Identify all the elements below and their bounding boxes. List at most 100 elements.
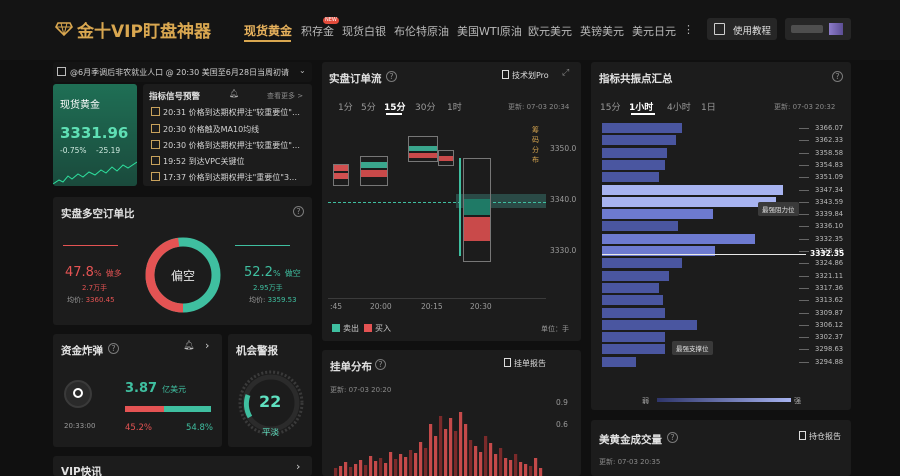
tab-1hour[interactable]: 1时 [447, 100, 462, 113]
pending-bar [399, 454, 403, 476]
resonance-bar[interactable] [602, 270, 670, 281]
help-icon[interactable]: ? [108, 343, 119, 354]
resonance-bar[interactable] [602, 258, 682, 269]
help-icon[interactable]: ? [386, 71, 397, 82]
resonance-bar[interactable] [602, 344, 665, 355]
chevron-right-icon[interactable]: › [296, 460, 300, 473]
resonance-bar[interactable] [602, 135, 676, 146]
resonance-bar[interactable] [602, 295, 663, 306]
signal-item[interactable]: 19:52 到达VPC关键位 [151, 156, 306, 167]
tab-30min[interactable]: 30分 [415, 100, 435, 113]
pending-bar [539, 468, 543, 476]
resonance-bar[interactable] [602, 233, 756, 244]
nav-eurusd[interactable]: 欧元美元 [528, 23, 572, 39]
legend-sell: 卖出 [332, 323, 359, 334]
short-connector [235, 245, 290, 246]
quote-card[interactable]: 现货黄金 3331.96 -0.75% -25.19 [53, 84, 137, 186]
help-icon[interactable]: ? [293, 206, 304, 217]
side-distribution[interactable]: 筹码分布 [532, 125, 542, 165]
level-tick [799, 140, 809, 142]
tab-4hour[interactable]: 4小时 [667, 100, 691, 113]
signals-more-link[interactable]: 查看更多 > [267, 91, 303, 101]
pending-histogram [334, 412, 543, 476]
nav-accumulation-gold[interactable]: 积存金 [301, 23, 334, 39]
level-tick [799, 238, 809, 240]
tutorial-button[interactable]: 使用教程 [707, 18, 777, 40]
pending-bar [479, 452, 483, 476]
x-tick: 20:30 [470, 302, 492, 311]
level-label: 3321.11 [815, 271, 844, 280]
pending-bar [369, 456, 373, 476]
resonance-bar[interactable] [602, 209, 714, 220]
help-icon[interactable]: ? [667, 432, 678, 443]
pending-bar [419, 442, 423, 476]
signal-item[interactable]: 20:31 价格到达期权押注"较重要位"… [151, 107, 306, 118]
nav-gbpusd[interactable]: 英镑美元 [580, 23, 624, 39]
ticker-bar[interactable]: @6月季调后非农就业人口 @ 20:30 美国至6月28日当周初请 ⌄ [53, 62, 312, 82]
pending-bar [519, 462, 523, 476]
nav-brent-oil[interactable]: 布伦特原油 [394, 23, 449, 39]
tab-15min[interactable]: 15分 [600, 100, 620, 113]
resonance-bar[interactable] [602, 196, 777, 207]
tab-15min[interactable]: 15分 [384, 100, 406, 113]
expand-icon[interactable]: ⤢ [562, 68, 569, 78]
footprint-candle [360, 156, 388, 186]
tab-1min[interactable]: 1分 [338, 100, 353, 113]
resonance-bar[interactable] [602, 282, 659, 293]
level-tick [799, 164, 809, 166]
user-avatar[interactable] [785, 18, 851, 40]
resonance-bar[interactable] [602, 332, 665, 343]
resonance-bar[interactable] [602, 221, 678, 232]
pending-bar [344, 462, 348, 476]
resonance-bar[interactable] [602, 184, 783, 195]
short-avg: 均价: 3359.53 [249, 296, 297, 304]
y-tick: 3340.0 [550, 195, 577, 204]
pending-bar [374, 461, 378, 476]
pending-bar [484, 436, 488, 476]
tab-1hour[interactable]: 1小时 [629, 100, 653, 113]
current-price-marker [602, 254, 806, 255]
signal-item[interactable]: 20:30 价格到达期权押注"较重要位"… [151, 140, 306, 151]
nav-spot-silver[interactable]: 现货白银 [342, 23, 386, 39]
signal-item[interactable]: 17:37 价格到达期权押注"重要位"3… [151, 172, 306, 183]
tech-pro-link[interactable]: 技术划Pro [502, 70, 549, 81]
tab-1day[interactable]: 1日 [701, 100, 716, 113]
help-icon[interactable]: ? [832, 71, 843, 82]
nav-usdjpy[interactable]: 美元日元 [632, 23, 676, 39]
help-icon[interactable]: ? [375, 359, 386, 370]
pending-bar [534, 458, 538, 476]
position-report-link[interactable]: 持仓报告 [799, 431, 841, 442]
nav-wti-oil[interactable]: 美国WTI原油 [457, 23, 522, 39]
resonance-bar[interactable] [602, 172, 659, 183]
level-tick [799, 337, 809, 339]
level-tick [799, 226, 809, 228]
pending-bar [474, 446, 478, 476]
resonance-bar[interactable] [602, 356, 636, 367]
level-tick [799, 177, 809, 179]
resonance-bar[interactable] [602, 159, 665, 170]
volume-title: 美黄金成交量 [599, 434, 662, 446]
chevron-down-icon[interactable]: ⌄ [299, 66, 306, 75]
bell-icon[interactable]: 🔔︎ [183, 341, 194, 351]
tab-5min[interactable]: 5分 [361, 100, 376, 113]
resonance-bar[interactable] [602, 123, 682, 133]
vip-panel[interactable]: VIP快讯 › [53, 456, 312, 476]
new-badge: NEW [323, 17, 339, 24]
bell-icon[interactable]: 🔔︎ [229, 89, 239, 98]
resonance-bar[interactable] [602, 319, 697, 330]
pending-bar [439, 416, 443, 476]
chevron-right-icon[interactable]: › [205, 339, 209, 352]
pending-report-link[interactable]: 挂单报告 [504, 358, 546, 369]
signal-icon [151, 172, 160, 181]
resonance-bar[interactable] [602, 147, 668, 158]
longshort-center-label: 偏空 [171, 269, 196, 283]
pending-bar [459, 412, 463, 476]
signal-item[interactable]: 20:30 价格触及MA10均线 [151, 124, 306, 135]
tutorial-label: 使用教程 [733, 26, 772, 37]
nav-spot-gold[interactable]: 现货黄金 [244, 22, 292, 39]
volume-panel: 美黄金成交量 ? 持仓报告 更新: 07-03 20:35 [591, 420, 851, 476]
vip-title: VIP快讯 [61, 466, 102, 476]
more-menu-icon[interactable]: ⋮ [683, 23, 694, 36]
resonance-bar[interactable] [602, 307, 665, 318]
level-label: 3309.87 [815, 308, 844, 317]
